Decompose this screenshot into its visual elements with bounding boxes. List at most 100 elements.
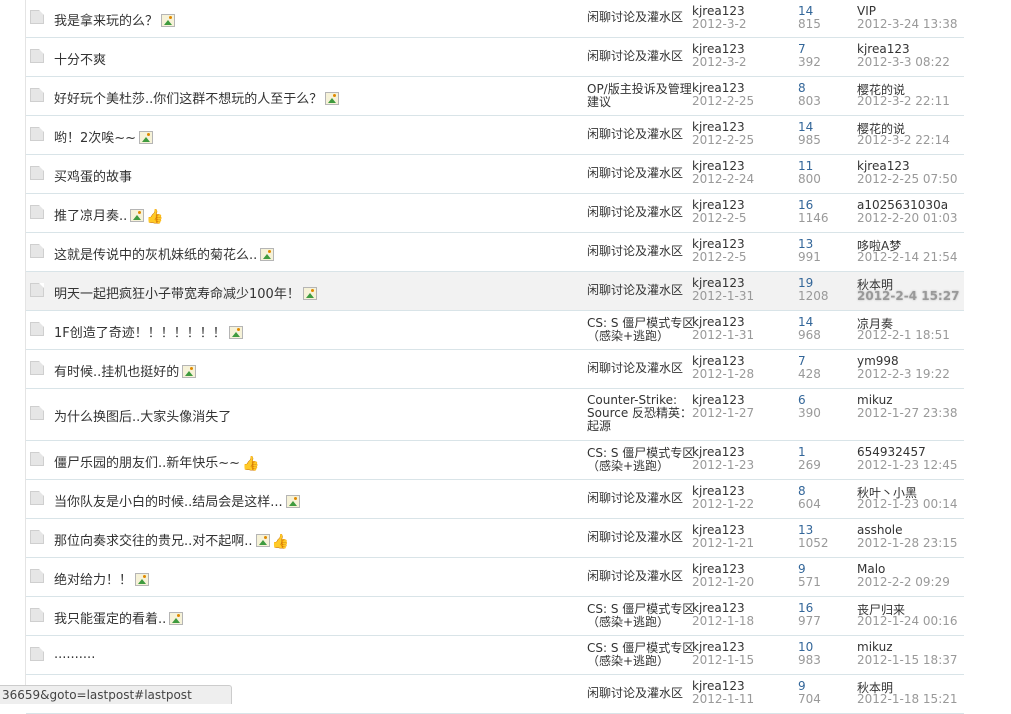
last-post-time-link[interactable]: 2012-1-27 23:38	[857, 406, 958, 420]
last-post-time-link[interactable]: 2012-3-3 08:22	[857, 55, 950, 69]
reply-count-link[interactable]: 7	[798, 42, 806, 56]
thread-title-link[interactable]: 明天一起把疯狂小子带宽寿命减少100年！	[54, 287, 300, 302]
author-link[interactable]: kjrea123	[692, 198, 745, 212]
forum-link[interactable]: 闲聊讨论及灌水区	[587, 362, 695, 375]
reply-count-link[interactable]: 16	[798, 601, 813, 615]
thread-title-link[interactable]: 为什么换图后..大家头像消失了	[54, 410, 231, 425]
last-post-user-link[interactable]: Malo	[857, 562, 885, 576]
last-post-time-link[interactable]: 2012-1-28 23:15	[857, 536, 958, 550]
reply-count-link[interactable]: 9	[798, 679, 806, 693]
last-post-time-link[interactable]: 2012-2-14 21:54	[857, 250, 958, 264]
reply-count-link[interactable]: 11	[798, 159, 813, 173]
folder-icon[interactable]	[30, 647, 44, 661]
reply-count-link[interactable]: 14	[798, 120, 813, 134]
forum-link[interactable]: 闲聊讨论及灌水区	[587, 245, 695, 258]
thread-title-link[interactable]: 1F创造了奇迹！！！！！！！	[54, 326, 226, 341]
reply-count-link[interactable]: 14	[798, 4, 813, 18]
forum-link[interactable]: CS: S 僵尸模式专区 （感染+逃跑）	[587, 603, 695, 629]
reply-count-link[interactable]: 10	[798, 640, 813, 654]
folder-icon[interactable]	[30, 244, 44, 258]
folder-icon[interactable]	[30, 205, 44, 219]
thread-title-link[interactable]: 我只能蛋定的看着..	[54, 612, 166, 627]
reply-count-link[interactable]: 8	[798, 484, 806, 498]
reply-count-link[interactable]: 6	[798, 393, 806, 407]
last-post-time-link[interactable]: 2012-3-2 22:14	[857, 133, 950, 147]
last-post-time-link[interactable]: 2012-1-23 00:14	[857, 497, 958, 511]
reply-count-link[interactable]: 9	[798, 562, 806, 576]
last-post-time-link[interactable]: 2012-2-20 01:03	[857, 211, 958, 225]
folder-icon[interactable]	[30, 406, 44, 420]
forum-link[interactable]: CS: S 僵尸模式专区 （感染+逃跑）	[587, 642, 695, 668]
folder-icon[interactable]	[30, 166, 44, 180]
thread-title-link[interactable]: 十分不爽	[54, 53, 106, 68]
author-link[interactable]: kjrea123	[692, 640, 745, 654]
author-link[interactable]: kjrea123	[692, 445, 745, 459]
last-post-time-link[interactable]: 2012-2-25 07:50	[857, 172, 958, 186]
last-post-user-link[interactable]: VIP	[857, 4, 876, 18]
last-post-user-link[interactable]: kjrea123	[857, 42, 910, 56]
last-post-time-link[interactable]: 2012-1-23 12:45	[857, 458, 958, 472]
folder-icon[interactable]	[30, 608, 44, 622]
thread-title-link[interactable]: 绝对给力！！	[54, 573, 132, 588]
last-post-user-link[interactable]: asshole	[857, 523, 903, 537]
reply-count-link[interactable]: 7	[798, 354, 806, 368]
forum-link[interactable]: CS: S 僵尸模式专区 （感染+逃跑）	[587, 447, 695, 473]
last-post-user-link[interactable]: 654932457	[857, 445, 926, 459]
author-link[interactable]: kjrea123	[692, 42, 745, 56]
thread-title-link[interactable]: 僵尸乐园的朋友们..新年快乐~~	[54, 456, 240, 471]
author-link[interactable]: kjrea123	[692, 81, 745, 95]
folder-icon[interactable]	[30, 88, 44, 102]
author-link[interactable]: kjrea123	[692, 315, 745, 329]
thread-title-link[interactable]: 那位向奏求交往的贵兄..对不起啊..	[54, 534, 253, 549]
forum-link[interactable]: 闲聊讨论及灌水区	[587, 284, 695, 297]
thread-title-link[interactable]: 买鸡蛋的故事	[54, 170, 132, 185]
forum-link[interactable]: Counter-Strike: Source 反恐精英： 起源	[587, 394, 695, 433]
folder-icon[interactable]	[30, 322, 44, 336]
thread-title-link[interactable]: 这就是传说中的灰机妹纸的菊花么..	[54, 248, 257, 263]
author-link[interactable]: kjrea123	[692, 4, 745, 18]
author-link[interactable]: kjrea123	[692, 679, 745, 693]
author-link[interactable]: kjrea123	[692, 354, 745, 368]
reply-count-link[interactable]: 16	[798, 198, 813, 212]
forum-link[interactable]: CS: S 僵尸模式专区 （感染+逃跑）	[587, 317, 695, 343]
author-link[interactable]: kjrea123	[692, 276, 745, 290]
reply-count-link[interactable]: 19	[798, 276, 813, 290]
thread-title-link[interactable]: 我是拿来玩的么？	[54, 14, 158, 29]
thread-title-link[interactable]: 有时候..挂机也挺好的	[54, 365, 179, 380]
forum-link[interactable]: 闲聊讨论及灌水区	[587, 167, 695, 180]
forum-link[interactable]: 闲聊讨论及灌水区	[587, 531, 695, 544]
forum-link[interactable]: 闲聊讨论及灌水区	[587, 128, 695, 141]
author-link[interactable]: kjrea123	[692, 120, 745, 134]
last-post-time-link[interactable]: 2012-2-2 09:29	[857, 575, 950, 589]
thread-title-link[interactable]: 好好玩个美杜莎..你们这群不想玩的人至于么？	[54, 92, 322, 107]
reply-count-link[interactable]: 8	[798, 81, 806, 95]
thread-title-link[interactable]: 当你队友是小白的时候..结局会是这样...	[54, 495, 283, 510]
last-post-user-link[interactable]: ym998	[857, 354, 899, 368]
author-link[interactable]: kjrea123	[692, 237, 745, 251]
author-link[interactable]: kjrea123	[692, 393, 745, 407]
author-link[interactable]: kjrea123	[692, 562, 745, 576]
forum-link[interactable]: 闲聊讨论及灌水区	[587, 570, 695, 583]
last-post-time-link[interactable]: 2012-3-2 22:11	[857, 94, 950, 108]
folder-icon[interactable]	[30, 127, 44, 141]
last-post-time-link[interactable]: 2012-2-3 19:22	[857, 367, 950, 381]
thread-title-link[interactable]: 推了凉月奏..	[54, 209, 127, 224]
author-link[interactable]: kjrea123	[692, 523, 745, 537]
reply-count-link[interactable]: 1	[798, 445, 806, 459]
folder-icon[interactable]	[30, 452, 44, 466]
forum-link[interactable]: 闲聊讨论及灌水区	[587, 687, 695, 700]
last-post-time-link[interactable]: 2012-2-4 15:27	[857, 289, 959, 303]
forum-link[interactable]: OP/版主投诉及管理 建议	[587, 83, 695, 109]
author-link[interactable]: kjrea123	[692, 484, 745, 498]
forum-link[interactable]: 闲聊讨论及灌水区	[587, 492, 695, 505]
last-post-time-link[interactable]: 2012-1-24 00:16	[857, 614, 958, 628]
folder-icon[interactable]	[30, 49, 44, 63]
last-post-time-link[interactable]: 2012-3-24 13:38	[857, 17, 958, 31]
forum-link[interactable]: 闲聊讨论及灌水区	[587, 11, 695, 24]
last-post-user-link[interactable]: mikuz	[857, 393, 893, 407]
reply-count-link[interactable]: 14	[798, 315, 813, 329]
author-link[interactable]: kjrea123	[692, 159, 745, 173]
reply-count-link[interactable]: 13	[798, 523, 813, 537]
folder-icon[interactable]	[30, 569, 44, 583]
folder-icon[interactable]	[30, 361, 44, 375]
